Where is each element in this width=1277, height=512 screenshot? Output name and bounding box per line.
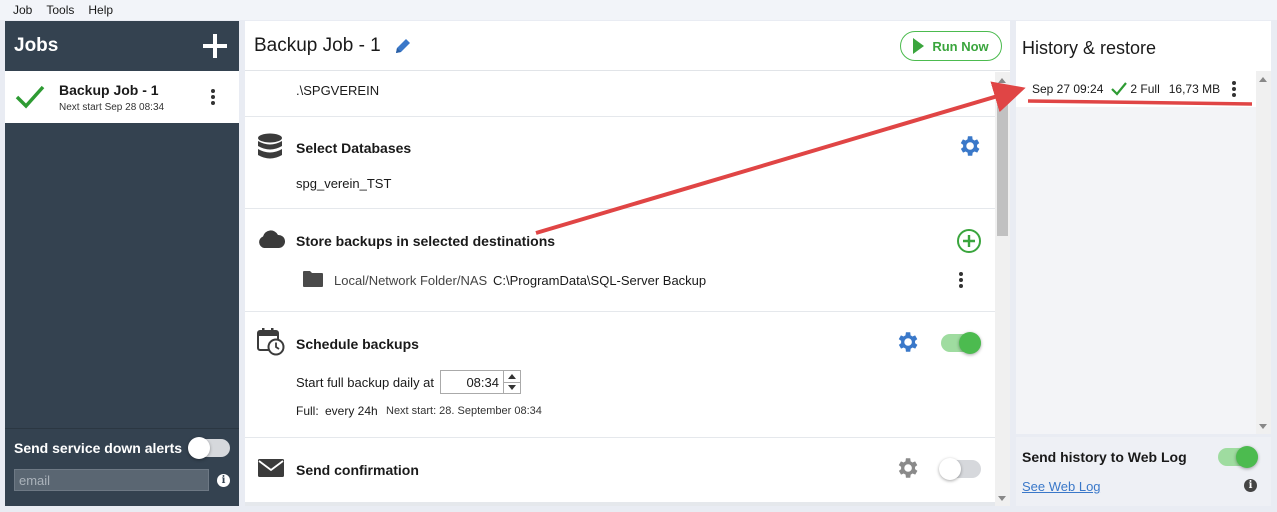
destination-path: C:\ProgramData\SQL-Server Backup <box>493 273 707 288</box>
server-name: .\SPGVEREIN <box>296 83 380 98</box>
schedule-time-input[interactable]: 08:34 <box>440 370 521 394</box>
database-icon <box>258 133 282 159</box>
email-input[interactable] <box>14 469 209 491</box>
jobs-header: Jobs <box>5 21 239 71</box>
time-spinner[interactable] <box>503 371 520 393</box>
weblog-toggle[interactable] <box>1218 446 1258 468</box>
databases-title: Select Databases <box>296 140 412 156</box>
play-icon <box>913 38 925 54</box>
calendar-clock-icon <box>257 328 285 356</box>
weblog-label: Send history to Web Log <box>1022 449 1187 465</box>
history-date: Sep 27 09:24 <box>1032 82 1104 96</box>
history-title: History & restore <box>1022 38 1157 58</box>
menu-tools[interactable]: Tools <box>39 3 81 17</box>
confirmation-settings-gear-icon[interactable] <box>894 455 920 481</box>
success-check-icon <box>15 85 45 109</box>
full-label: Full: <box>296 404 319 418</box>
schedule-section: Schedule backups Start full backup daily… <box>245 312 995 437</box>
job-sections: .\SPGVEREIN Select Databases spg_verein_… <box>245 72 995 506</box>
history-result: 2 Full <box>1130 82 1160 96</box>
menu-bar: Job Tools Help <box>0 0 1277 20</box>
destination-more-icon[interactable] <box>959 272 963 288</box>
alerts-footer: Send service down alerts i <box>5 428 239 506</box>
history-scroll-up-icon[interactable] <box>1259 77 1267 82</box>
folder-icon <box>303 271 323 287</box>
destinations-title: Store backups in selected destinations <box>296 233 556 249</box>
job-next-start: Next start Sep 28 08:34 <box>59 101 165 113</box>
destination-type: Local/Network Folder/NAS <box>334 273 488 288</box>
menu-help[interactable]: Help <box>81 3 120 17</box>
jobs-title: Jobs <box>14 35 59 56</box>
jobs-panel: Jobs Backup Job - 1 Next start Sep 28 08… <box>5 21 239 506</box>
edit-pencil-icon[interactable] <box>393 36 413 56</box>
schedule-next-start: Next start: 28. September 08:34 <box>386 405 542 417</box>
add-job-button[interactable] <box>201 32 229 60</box>
job-title: Backup Job - 1 <box>254 34 381 56</box>
confirmation-section: Send confirmation <box>245 438 995 502</box>
history-more-icon[interactable] <box>1232 81 1236 97</box>
history-row[interactable]: Sep 27 09:24 2 Full 16,73 MB <box>1016 71 1256 107</box>
history-list: Sep 27 09:24 2 Full 16,73 MB <box>1016 71 1271 434</box>
alerts-label: Send service down alerts <box>14 440 183 456</box>
databases-section: Select Databases spg_verein_TST <box>245 117 995 208</box>
job-detail-scrollbar[interactable] <box>995 72 1010 506</box>
job-name: Backup Job - 1 <box>59 81 159 98</box>
destinations-section: Store backups in selected destinations L… <box>245 209 995 311</box>
success-check-icon <box>1111 82 1128 96</box>
confirmation-toggle[interactable] <box>939 458 981 480</box>
history-size: 16,73 MB <box>1168 82 1221 96</box>
info-icon[interactable]: i <box>217 473 230 487</box>
history-scrollbar[interactable] <box>1256 71 1271 434</box>
menu-job[interactable]: Job <box>6 3 39 17</box>
time-down-icon[interactable] <box>504 383 520 394</box>
time-up-icon[interactable] <box>504 371 520 383</box>
add-destination-icon[interactable] <box>956 228 982 254</box>
history-scroll-down-icon[interactable] <box>1259 424 1267 429</box>
confirmation-title: Send confirmation <box>296 462 419 478</box>
scroll-thumb[interactable] <box>997 104 1008 236</box>
envelope-icon <box>258 459 284 477</box>
weblog-info-icon[interactable]: i <box>1244 479 1257 492</box>
job-list-item[interactable]: Backup Job - 1 Next start Sep 28 08:34 <box>5 71 239 123</box>
history-panel: History & restore Sep 27 09:24 2 Full 16… <box>1016 21 1271 434</box>
full-interval: every 24h <box>325 404 378 418</box>
run-now-button[interactable]: Run Now <box>900 31 1002 61</box>
schedule-start-label: Start full backup daily at <box>296 375 435 390</box>
weblog-footer: Send history to Web Log See Web Log i <box>1016 437 1271 506</box>
job-detail-panel: Backup Job - 1 Run Now .\SPGVEREIN Selec… <box>245 21 1010 506</box>
cloud-icon <box>259 230 285 248</box>
server-section: .\SPGVEREIN <box>245 72 995 116</box>
see-weblog-link[interactable]: See Web Log <box>1022 479 1101 494</box>
databases-settings-gear-icon[interactable] <box>956 133 982 159</box>
schedule-toggle[interactable] <box>941 332 981 354</box>
alerts-toggle[interactable] <box>188 437 230 459</box>
scroll-down-icon[interactable] <box>998 496 1006 501</box>
job-info: Backup Job - 1 Next start Sep 28 08:34 <box>59 82 164 113</box>
scroll-up-icon[interactable] <box>998 78 1006 83</box>
database-value: spg_verein_TST <box>296 176 392 191</box>
schedule-settings-gear-icon[interactable] <box>894 329 920 355</box>
job-more-icon[interactable] <box>211 89 215 105</box>
job-detail-header: Backup Job - 1 Run Now <box>245 21 1010 71</box>
schedule-title: Schedule backups <box>296 336 419 352</box>
